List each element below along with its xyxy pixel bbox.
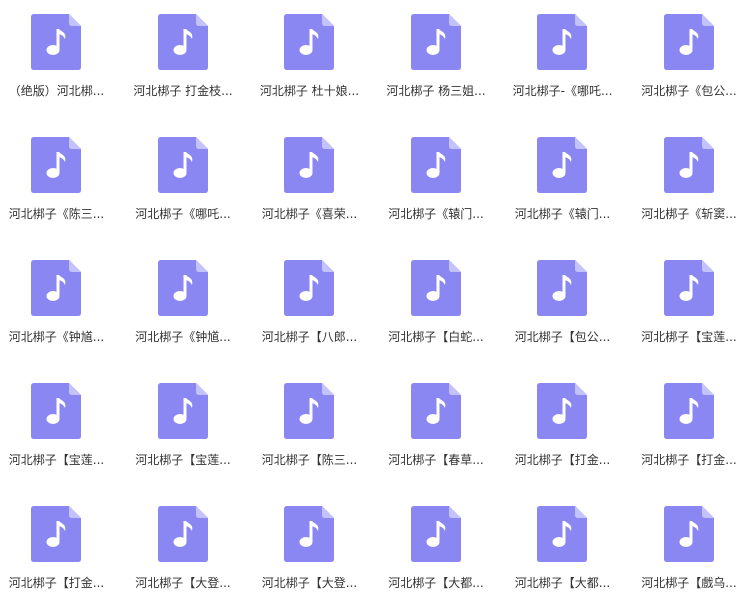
file-name: 河北梆子《斩窦... <box>633 207 746 221</box>
file-item[interactable]: （绝版）河北梆... <box>0 0 127 123</box>
file-item[interactable]: 河北梆子【大都... <box>380 492 507 615</box>
file-name: 河北梆子【大都... <box>380 576 493 590</box>
file-name: 河北梆子【包公... <box>506 330 619 344</box>
music-file-icon <box>284 260 334 316</box>
file-name: 河北梆子 杨三姐... <box>380 84 493 98</box>
file-name: 河北梆子【戲乌... <box>633 576 746 590</box>
music-file-icon <box>158 506 208 562</box>
file-name: （绝版）河北梆... <box>0 84 113 98</box>
music-file-icon <box>31 260 81 316</box>
file-name: 河北梆子《辕门... <box>380 207 493 221</box>
file-name: 河北梆子【春草... <box>380 453 493 467</box>
music-file-icon <box>537 506 587 562</box>
file-name: 河北梆子【大登... <box>127 576 240 590</box>
file-item[interactable]: 河北梆子【大都... <box>506 492 633 615</box>
file-name: 河北梆子【宝莲... <box>633 330 746 344</box>
file-name: 河北梆子【宝莲... <box>0 453 113 467</box>
file-name: 河北梆子【大都... <box>506 576 619 590</box>
file-name: 河北梆子【打金... <box>633 453 746 467</box>
file-item[interactable]: 河北梆子【打金... <box>633 369 750 492</box>
music-file-icon <box>31 506 81 562</box>
music-file-icon <box>537 260 587 316</box>
file-name: 河北梆子《陈三... <box>0 207 113 221</box>
music-file-icon <box>411 260 461 316</box>
file-item[interactable]: 河北梆子【打金... <box>0 492 127 615</box>
file-name: 河北梆子《辕门... <box>506 207 619 221</box>
file-item[interactable]: 河北梆子【宝莲... <box>633 246 750 369</box>
file-grid: （绝版）河北梆... 河北梆子 打金枝... 河北梆子 杜十娘... 河北梆子 杨三姐… <box>0 0 750 606</box>
file-item[interactable]: 河北梆子【戲乌... <box>633 492 750 615</box>
music-file-icon <box>158 14 208 70</box>
file-item[interactable]: 河北梆子【八郎... <box>253 246 380 369</box>
music-file-icon <box>31 14 81 70</box>
music-file-icon <box>537 383 587 439</box>
music-file-icon <box>284 137 334 193</box>
file-name: 河北梆子【打金... <box>0 576 113 590</box>
music-file-icon <box>158 137 208 193</box>
file-item[interactable]: 河北梆子 打金枝... <box>127 0 254 123</box>
music-file-icon <box>664 260 714 316</box>
file-name: 河北梆子【打金... <box>506 453 619 467</box>
music-file-icon <box>158 260 208 316</box>
file-item[interactable]: 河北梆子《钟馗... <box>127 246 254 369</box>
file-name: 河北梆子【白蛇... <box>380 330 493 344</box>
file-name: 河北梆子-《哪吒... <box>506 84 619 98</box>
file-item[interactable]: 河北梆子【春草... <box>380 369 507 492</box>
file-name: 河北梆子【大登... <box>253 576 366 590</box>
file-item[interactable]: 河北梆子【大登... <box>253 492 380 615</box>
file-item[interactable]: 河北梆子《钟馗... <box>0 246 127 369</box>
file-item[interactable]: 河北梆子【陈三... <box>253 369 380 492</box>
file-item[interactable]: 河北梆子《包公... <box>633 0 750 123</box>
file-item[interactable]: 河北梆子 杨三姐... <box>380 0 507 123</box>
music-file-icon <box>284 383 334 439</box>
music-file-icon <box>411 137 461 193</box>
file-name: 河北梆子 打金枝... <box>127 84 240 98</box>
file-item[interactable]: 河北梆子【宝莲... <box>0 369 127 492</box>
music-file-icon <box>411 14 461 70</box>
file-item[interactable]: 河北梆子《辕门... <box>506 123 633 246</box>
music-file-icon <box>537 14 587 70</box>
file-item[interactable]: 河北梆子《喜荣... <box>253 123 380 246</box>
file-item[interactable]: 河北梆子【白蛇... <box>380 246 507 369</box>
file-name: 河北梆子【陈三... <box>253 453 366 467</box>
music-file-icon <box>537 137 587 193</box>
file-item[interactable]: 河北梆子【打金... <box>506 369 633 492</box>
music-file-icon <box>664 137 714 193</box>
file-item[interactable]: 河北梆子【包公... <box>506 246 633 369</box>
music-file-icon <box>158 383 208 439</box>
file-name: 河北梆子【宝莲... <box>127 453 240 467</box>
music-file-icon <box>411 383 461 439</box>
music-file-icon <box>664 14 714 70</box>
music-file-icon <box>284 506 334 562</box>
music-file-icon <box>31 137 81 193</box>
file-name: 河北梆子《钟馗... <box>0 330 113 344</box>
file-item[interactable]: 河北梆子-《哪吒... <box>506 0 633 123</box>
file-name: 河北梆子《哪吒... <box>127 207 240 221</box>
music-file-icon <box>31 383 81 439</box>
file-item[interactable]: 河北梆子《陈三... <box>0 123 127 246</box>
file-item[interactable]: 河北梆子《斩窦... <box>633 123 750 246</box>
file-item[interactable]: 河北梆子 杜十娘... <box>253 0 380 123</box>
file-name: 河北梆子 杜十娘... <box>253 84 366 98</box>
file-name: 河北梆子《钟馗... <box>127 330 240 344</box>
file-item[interactable]: 河北梆子《哪吒... <box>127 123 254 246</box>
music-file-icon <box>664 383 714 439</box>
music-file-icon <box>284 14 334 70</box>
file-item[interactable]: 河北梆子【宝莲... <box>127 369 254 492</box>
file-name: 河北梆子《喜荣... <box>253 207 366 221</box>
file-name: 河北梆子【八郎... <box>253 330 366 344</box>
music-file-icon <box>411 506 461 562</box>
file-name: 河北梆子《包公... <box>633 84 746 98</box>
file-item[interactable]: 河北梆子《辕门... <box>380 123 507 246</box>
file-item[interactable]: 河北梆子【大登... <box>127 492 254 615</box>
music-file-icon <box>664 506 714 562</box>
